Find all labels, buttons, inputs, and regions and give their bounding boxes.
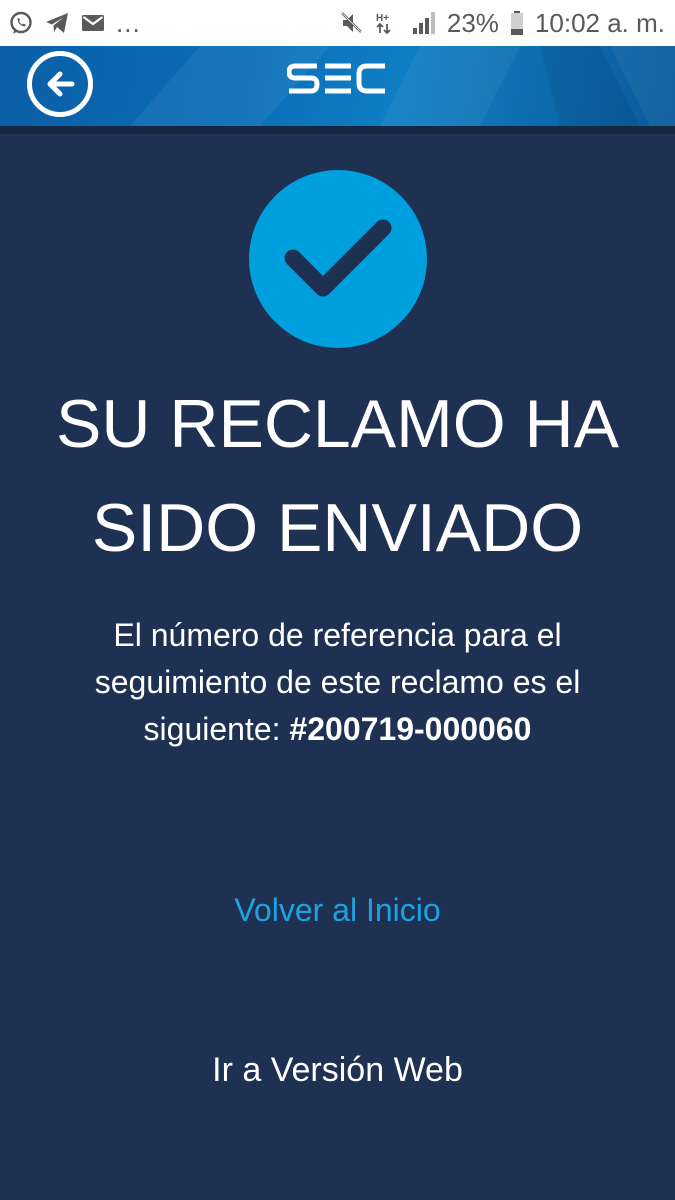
network-hplus-icon: H+ [375,10,401,36]
page-title: SU RECLAMO HA SIDO ENVIADO [0,372,675,580]
battery-percent: 23% [446,8,499,38]
status-left: ... [8,10,141,36]
svg-text:H+: H+ [376,13,389,24]
sec-logo [287,63,385,94]
telegram-icon [44,10,70,36]
whatsapp-icon [8,10,34,36]
reference-number: #200719-000060 [289,711,532,747]
back-button[interactable] [27,51,93,117]
status-right: H+ 23% 10:02 a. m. [339,10,665,36]
mute-icon [339,10,365,36]
clock: 10:02 a. m. [534,8,665,38]
reference-message: El número de referencia para el seguimie… [30,612,645,753]
web-version-link[interactable]: Ir a Versión Web [0,1046,675,1094]
title-line-2: SIDO ENVIADO [91,490,584,566]
header-divider [0,126,675,134]
title-line-1: SU RECLAMO HA [56,386,619,462]
more-notifications: ... [116,8,141,38]
back-to-home-link[interactable]: Volver al Inicio [0,886,675,934]
status-bar: ... H+ 23% 10:02 a. m. [0,0,675,46]
battery-icon [509,10,525,36]
mail-icon [80,10,106,36]
arrow-left-icon [47,71,75,97]
checkmark-icon [284,219,392,297]
app-header [0,46,675,126]
signal-icon [411,10,437,36]
success-badge [249,170,427,348]
